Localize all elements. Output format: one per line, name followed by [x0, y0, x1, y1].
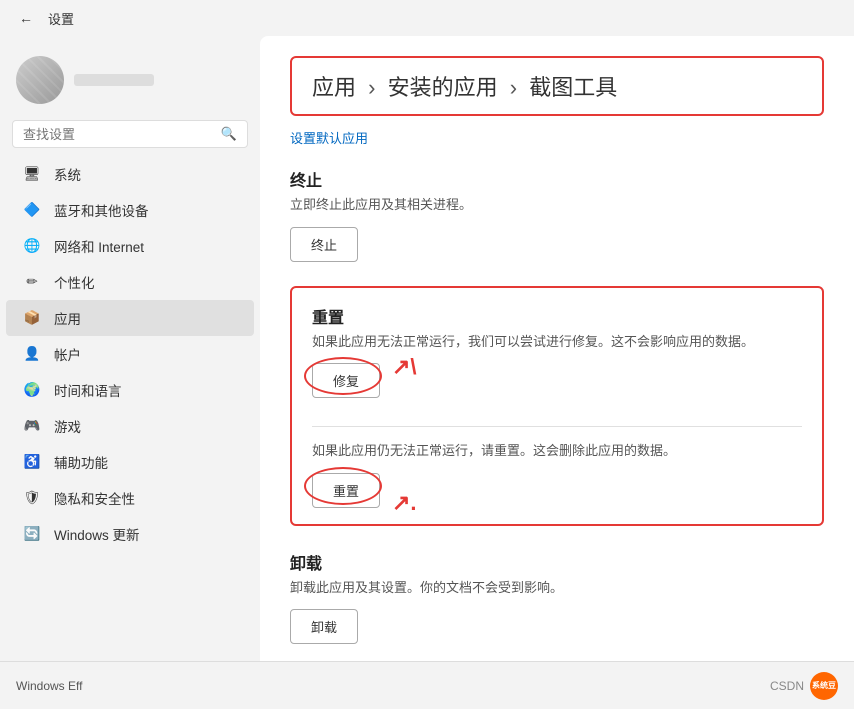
sidebar-item-label: 网络和 Internet	[54, 236, 144, 256]
app-window: ← 设置 🔍 🖥 系统 🔷 蓝牙和其他设备	[0, 0, 854, 709]
apps-icon: 📦	[22, 308, 42, 328]
watermark: CSDN 系统豆	[770, 672, 838, 700]
gaming-icon: 🎮	[22, 416, 42, 436]
sidebar-item-windows-update[interactable]: 🔄 Windows 更新	[6, 516, 254, 552]
bottom-bar: Windows Eff CSDN 系统豆	[0, 661, 854, 709]
reset-section: 重置 如果此应用无法正常运行，我们可以尝试进行修复。这不会影响应用的数据。 修复…	[290, 286, 824, 526]
uninstall-section: 卸载 卸载此应用及其设置。你的文档不会受到影响。 卸载	[290, 550, 824, 645]
user-avatar-section	[0, 44, 260, 120]
sidebar-item-time[interactable]: 🌍 时间和语言	[6, 372, 254, 408]
sidebar-item-label: 隐私和安全性	[54, 488, 135, 508]
windows-update-icon: 🔄	[22, 524, 42, 544]
reset-button[interactable]: 重置	[312, 473, 380, 508]
breadcrumb-sep-2: ›	[510, 75, 523, 100]
personalization-icon: ✏	[22, 272, 42, 292]
sidebar-item-accessibility[interactable]: ♿ 辅助功能	[6, 444, 254, 480]
back-icon: ←	[19, 10, 33, 26]
sidebar-item-apps[interactable]: 📦 应用	[6, 300, 254, 336]
main-content: 🔍 🖥 系统 🔷 蓝牙和其他设备 🌐 网络和 Internet ✏ 个性化 📦	[0, 36, 854, 661]
default-app-link[interactable]: 设置默认应用	[290, 128, 824, 147]
terminate-section: 终止 立即终止此应用及其相关进程。 终止	[290, 167, 824, 262]
sidebar-item-label: Windows 更新	[54, 524, 140, 544]
sidebar-item-label: 时间和语言	[54, 380, 122, 400]
annotation-arrow-reset: ↗.	[392, 492, 417, 514]
breadcrumb-part-1: 应用	[312, 75, 356, 100]
sidebar-item-accounts[interactable]: 👤 帐户	[6, 336, 254, 372]
sidebar-item-label: 系统	[54, 164, 81, 184]
sidebar-item-personalization[interactable]: ✏ 个性化	[6, 264, 254, 300]
uninstall-title: 卸载	[290, 550, 824, 574]
sidebar-item-system[interactable]: 🖥 系统	[6, 156, 254, 192]
sidebar-item-network[interactable]: 🌐 网络和 Internet	[6, 228, 254, 264]
csdn-label: CSDN	[770, 679, 804, 693]
right-panel: 应用 › 安装的应用 › 截图工具 设置默认应用 终止 立即终止此应用及其相关进…	[260, 36, 854, 661]
repair-desc: 如果此应用无法正常运行，我们可以尝试进行修复。这不会影响应用的数据。	[312, 332, 802, 352]
reset-desc: 如果此应用仍无法正常运行，请重置。这会删除此应用的数据。	[312, 441, 802, 461]
search-input[interactable]	[23, 127, 215, 142]
terminate-desc: 立即终止此应用及其相关进程。	[290, 195, 824, 215]
privacy-icon: 🛡	[22, 488, 42, 508]
back-button[interactable]: ←	[12, 4, 40, 32]
sidebar: 🔍 🖥 系统 🔷 蓝牙和其他设备 🌐 网络和 Internet ✏ 个性化 📦	[0, 36, 260, 661]
breadcrumb-part-3: 截图工具	[529, 75, 617, 100]
window-title: 设置	[48, 9, 74, 28]
terminate-title: 终止	[290, 167, 824, 191]
repair-button[interactable]: 修复	[312, 363, 380, 398]
sidebar-item-label: 应用	[54, 308, 81, 328]
network-icon: 🌐	[22, 236, 42, 256]
avatar	[16, 56, 64, 104]
search-box[interactable]: 🔍	[12, 120, 248, 148]
terminate-button[interactable]: 终止	[290, 227, 358, 262]
breadcrumb-sep-1: ›	[368, 75, 381, 100]
sidebar-item-label: 游戏	[54, 416, 81, 436]
search-icon: 🔍	[221, 126, 237, 142]
accessibility-icon: ♿	[22, 452, 42, 472]
sidebar-item-bluetooth[interactable]: 🔷 蓝牙和其他设备	[6, 192, 254, 228]
sidebar-item-label: 帐户	[54, 344, 81, 364]
annotation-arrow-repair: ↗\	[392, 356, 417, 378]
uninstall-desc: 卸载此应用及其设置。你的文档不会受到影响。	[290, 578, 824, 598]
breadcrumb-section: 应用 › 安装的应用 › 截图工具	[290, 56, 824, 116]
sidebar-item-label: 个性化	[54, 272, 95, 292]
sidebar-item-privacy[interactable]: 🛡 隐私和安全性	[6, 480, 254, 516]
sidebar-item-label: 蓝牙和其他设备	[54, 200, 149, 220]
logo: 系统豆	[810, 672, 838, 700]
app-name-label: Windows Eff	[16, 679, 82, 693]
time-icon: 🌍	[22, 380, 42, 400]
breadcrumb-part-2: 安装的应用	[388, 75, 498, 100]
avatar-name-blur	[74, 74, 154, 86]
uninstall-button[interactable]: 卸载	[290, 609, 358, 644]
reset-title: 重置	[312, 304, 802, 328]
logo-text: 系统豆	[812, 680, 836, 691]
accounts-icon: 👤	[22, 344, 42, 364]
breadcrumb: 应用 › 安装的应用 › 截图工具	[312, 75, 617, 100]
system-icon: 🖥	[22, 164, 42, 184]
sidebar-item-label: 辅助功能	[54, 452, 108, 472]
title-bar: ← 设置	[0, 0, 854, 36]
bluetooth-icon: 🔷	[22, 200, 42, 220]
reset-divider	[312, 426, 802, 427]
sidebar-item-gaming[interactable]: 🎮 游戏	[6, 408, 254, 444]
